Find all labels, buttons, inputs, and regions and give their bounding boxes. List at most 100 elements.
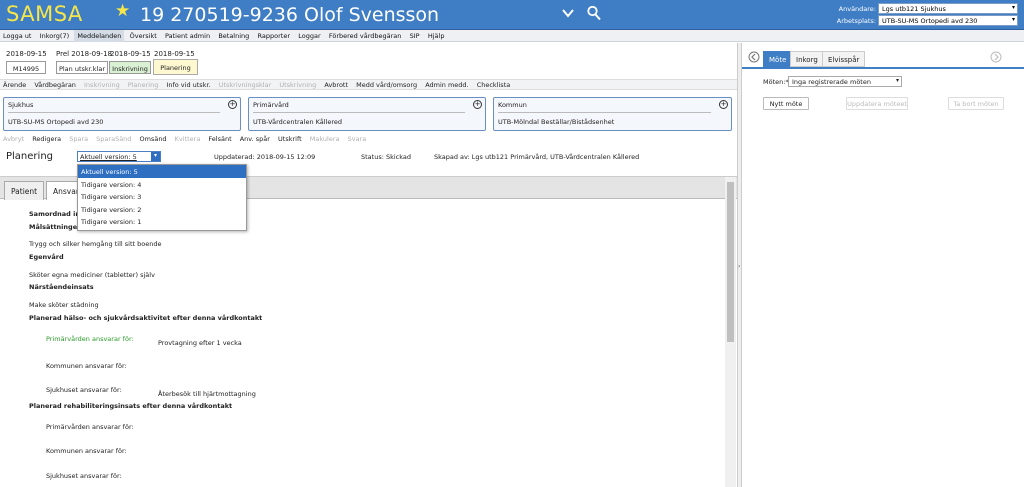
action-sparasand[interactable]: SparaSänd: [93, 134, 134, 144]
user-select[interactable]: Lgs utb121 Sjukhus ▾: [878, 3, 1018, 14]
link-utskrivningsklar[interactable]: Utskrivningsklar: [216, 80, 275, 90]
version-select-value: Aktuell version: 5: [80, 153, 137, 161]
new-meeting-button[interactable]: Nytt möte: [763, 97, 809, 110]
link-vardbegaran[interactable]: Vårdbegäran: [31, 80, 79, 90]
action-felsant[interactable]: Felsänt: [205, 134, 234, 144]
menu-help[interactable]: Hjälp: [425, 30, 448, 42]
tab-patient[interactable]: Patient: [4, 181, 45, 200]
workplace-select[interactable]: UTB-SU-MS Ortopedi avd 230 ▾: [878, 15, 1018, 26]
link-arende[interactable]: Ärende: [0, 80, 29, 90]
samsa-logo[interactable]: SAMSA: [6, 2, 83, 26]
timeline-date-1: 2018-09-15: [6, 50, 47, 58]
timeline-prel-date: Prel 2018-09-18: [56, 50, 112, 58]
action-anv-spar[interactable]: Anv. spår: [237, 134, 273, 144]
content-scrollbar[interactable]: [725, 177, 736, 487]
add-circle-icon[interactable]: +: [228, 100, 237, 109]
card-kommun: Kommun + UTB-Mölndal Beställar/Bistådsen…: [493, 97, 732, 131]
version-option[interactable]: Tidigare version: 4: [78, 178, 246, 191]
tab-mote[interactable]: Möte: [763, 51, 793, 67]
plan-title: Planering: [6, 151, 54, 162]
planering-box[interactable]: Planering: [153, 59, 198, 75]
action-utskrift[interactable]: Utskrift: [275, 134, 305, 144]
add-circle-icon[interactable]: +: [719, 100, 728, 109]
kommun-responsible-label: Kommunen ansvarar för:: [46, 362, 127, 370]
link-avbrott[interactable]: Avbrott: [321, 80, 351, 90]
app-header: SAMSA ★ 19 270519-9236 Olof Svensson Anv…: [0, 0, 1024, 30]
forward-circle-icon[interactable]: [990, 51, 1002, 63]
card-value: UTB-Vårdcentralen Kållered: [253, 118, 343, 126]
sjukhus-responsible-value: Återbesök till hjärtmottagning: [158, 390, 256, 398]
collapse-arrow-icon[interactable]: ›: [738, 263, 740, 270]
plan-created-by: Skapad av: Lgs utb121 Primärvård, UTB-Vå…: [434, 153, 640, 161]
link-admin-medd[interactable]: Admin medd.: [422, 80, 471, 90]
meetings-select-value: Inga registrerade möten: [792, 78, 871, 86]
tab-inkorg[interactable]: Inkorg: [790, 51, 824, 67]
section-planerad-rehab: Planerad rehabiliteringsinsats efter den…: [29, 402, 233, 410]
link-inskrivning[interactable]: Inskrivning: [81, 80, 123, 90]
egenvard-text: Sköter egna mediciner (tabletter) själv: [29, 271, 155, 279]
section-egenvard: Egenvård: [29, 253, 64, 261]
card-primarvard: Primärvård + UTB-Vårdcentralen Kållered: [248, 97, 486, 131]
section-samordnad: Samordnad in: [29, 210, 80, 218]
scrollbar-thumb[interactable]: [727, 182, 734, 342]
menu-logs[interactable]: Loggar: [295, 30, 323, 42]
card-sjukhus: Sjukhus + UTB-SU-MS Ortopedi avd 230: [3, 97, 241, 131]
menu-messages[interactable]: Meddelanden: [74, 30, 125, 42]
link-info-utskr[interactable]: Info vid utskr.: [163, 80, 213, 90]
plan-updated: Uppdaterad: 2018-09-15 12:09: [214, 153, 316, 161]
favorite-star-icon[interactable]: ★: [115, 1, 130, 21]
menu-reports[interactable]: Rapporter: [255, 30, 293, 42]
section-narstaende: Närståendeinsats: [29, 283, 94, 291]
dropdown-arrow-icon: ▾: [1011, 4, 1015, 11]
add-circle-icon[interactable]: +: [473, 100, 482, 109]
sjukhus-responsible-label: Sjukhuset ansvarar för:: [46, 386, 122, 394]
menu-sip[interactable]: SIP: [407, 30, 423, 42]
card-value: UTB-SU-MS Ortopedi avd 230: [8, 118, 104, 126]
user-label: Användare:: [838, 5, 876, 13]
version-select[interactable]: Aktuell version: 5 ▾: [77, 151, 161, 162]
action-svara[interactable]: Svara: [345, 134, 370, 144]
update-meeting-button[interactable]: Uppdatera möteet: [846, 97, 908, 110]
link-utskrivning[interactable]: Utskrivning: [276, 80, 319, 90]
meetings-label: Möten:*: [763, 78, 789, 86]
menu-patient-admin[interactable]: Patient admin: [162, 30, 213, 42]
plan-status: Status: Skickad: [361, 153, 411, 161]
chevron-down-icon[interactable]: [562, 7, 574, 21]
case-id-box[interactable]: M14995: [6, 61, 46, 74]
version-option[interactable]: Tidigare version: 1: [78, 215, 246, 228]
menu-bar: Logga ut Inkorg(7) Meddelanden Översikt …: [0, 30, 1024, 42]
link-checklista[interactable]: Checklista: [474, 80, 514, 90]
patient-title: 19 270519-9236 Olof Svensson: [140, 4, 440, 26]
version-option[interactable]: Tidigare version: 2: [78, 203, 246, 216]
search-icon[interactable]: [587, 5, 601, 21]
timeline-date-3: 2018-09-15: [154, 50, 195, 58]
card-title: Primärvård: [253, 101, 289, 109]
action-makulera[interactable]: Makulera: [307, 134, 343, 144]
card-title: Sjukhus: [8, 101, 34, 109]
delete-meeting-button[interactable]: Ta bort möten: [948, 97, 1004, 110]
action-avbryt[interactable]: Avbryt: [0, 134, 27, 144]
action-spara[interactable]: Spara: [66, 134, 91, 144]
version-option[interactable]: Tidigare version: 3: [78, 190, 246, 203]
menu-overview[interactable]: Översikt: [127, 30, 160, 42]
version-option[interactable]: Aktuell version: 5: [78, 165, 246, 178]
action-omsand[interactable]: Omsänd: [137, 134, 170, 144]
action-redigera[interactable]: Redigera: [29, 134, 64, 144]
link-planering[interactable]: Planering: [125, 80, 162, 90]
menu-payment[interactable]: Betalning: [215, 30, 252, 42]
menu-inbox[interactable]: Inkorg(7): [37, 30, 72, 42]
dropdown-arrow-icon: ▾: [895, 77, 899, 84]
goal-text: Trygg och silker hemgång till sitt boend…: [29, 240, 162, 248]
stage-links-row: Ärende Vårdbegäran Inskrivning Planering…: [0, 79, 737, 90]
kommun-rehab-label: Kommunen ansvarar för:: [46, 447, 127, 455]
plan-ready-box[interactable]: Plan utskr.klar: [56, 61, 108, 74]
link-medd-vard[interactable]: Medd vård/omsorg: [353, 80, 420, 90]
back-circle-icon[interactable]: [748, 51, 760, 63]
menu-prepare-request[interactable]: Förbered vårdbegäran: [326, 30, 405, 42]
left-pane: 2018-09-15 M14995 Prel 2018-09-18 Plan u…: [0, 43, 737, 487]
menu-logout[interactable]: Logga ut: [0, 30, 34, 42]
meetings-select[interactable]: Inga registrerade möten ▾: [788, 76, 902, 87]
inskrivning-box[interactable]: Inskrivning: [109, 61, 151, 74]
action-kvittera[interactable]: Kvittera: [172, 134, 204, 144]
tab-elvisspar[interactable]: Elvisspår: [822, 51, 866, 67]
